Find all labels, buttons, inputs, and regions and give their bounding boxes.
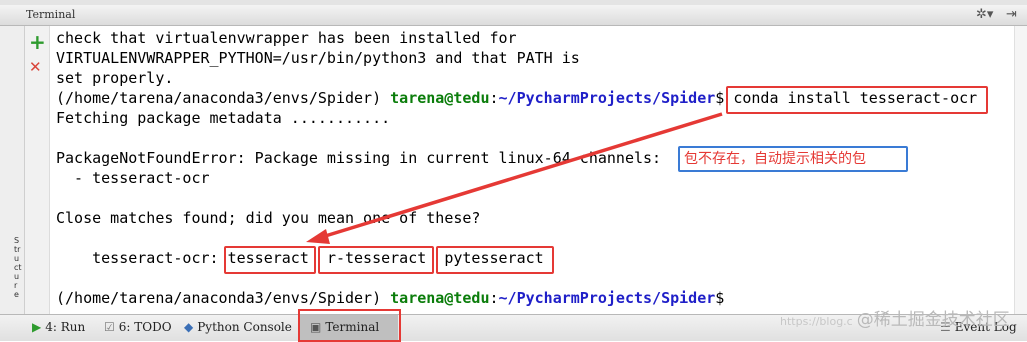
- prompt-user: tarena@tedu: [390, 89, 490, 107]
- python-console-tab-label: Python Console: [197, 320, 292, 334]
- prompt-user: tarena@tedu: [390, 289, 490, 307]
- watermark: https://blog.c @稀土掘金技术社区: [780, 305, 1010, 330]
- prompt-symbol: $: [715, 289, 725, 307]
- annotation-note: 包不存在，自动提示相关的包: [678, 146, 908, 172]
- suggestion-highlight-box: [436, 246, 554, 274]
- output-line: check that virtualenvwrapper has been in…: [56, 29, 517, 47]
- watermark-text: @稀土掘金技术社区: [856, 310, 1010, 330]
- run-tab[interactable]: ▶ 4: Run: [32, 320, 85, 334]
- new-session-plus-icon[interactable]: +: [29, 30, 46, 54]
- prompt-path: ~/PycharmProjects/Spider: [498, 289, 716, 307]
- suggestion-label: tesseract-ocr:: [56, 249, 228, 267]
- output-line: set properly.: [56, 69, 174, 87]
- left-tool-strip: Structure ★: [0, 26, 25, 329]
- prompt-env: (/home/tarena/anaconda3/envs/Spider): [56, 89, 391, 107]
- prompt-separator: :: [489, 289, 499, 307]
- todo-tab-label: 6: TODO: [118, 320, 172, 334]
- close-matches-line: Close matches found; did you mean one of…: [56, 209, 481, 227]
- terminal-panel-header: Terminal ✲▾ ⇥: [0, 5, 1027, 26]
- close-session-icon[interactable]: ✕: [29, 58, 42, 76]
- todo-icon: ☑: [104, 320, 115, 334]
- suggestion-highlight-box: [224, 246, 316, 274]
- prompt-env: (/home/tarena/anaconda3/envs/Spider): [56, 289, 391, 307]
- panel-title: Terminal: [26, 8, 76, 21]
- python-console-icon: ◆: [184, 320, 194, 334]
- settings-gear-icon[interactable]: ✲▾: [976, 7, 993, 22]
- command-highlight-box: [726, 86, 988, 114]
- structure-vertical-label[interactable]: Structure: [14, 236, 22, 299]
- python-console-tab[interactable]: ◆ Python Console: [184, 320, 292, 334]
- run-tab-label: 4: Run: [45, 320, 86, 334]
- terminal-tab-highlight-box: [298, 309, 401, 342]
- terminal-toolbar: + ✕: [25, 26, 50, 314]
- prompt-separator: :: [489, 89, 499, 107]
- hide-panel-icon[interactable]: ⇥: [1006, 7, 1017, 22]
- prompt-path: ~/PycharmProjects/Spider: [498, 89, 716, 107]
- output-line: VIRTUALENVWRAPPER_PYTHON=/usr/bin/python…: [56, 49, 580, 67]
- watermark-url: https://blog.c: [780, 315, 853, 328]
- suggestion-highlight-box: [318, 246, 434, 274]
- todo-tab[interactable]: ☑ 6: TODO: [104, 320, 172, 334]
- run-icon: ▶: [32, 320, 42, 334]
